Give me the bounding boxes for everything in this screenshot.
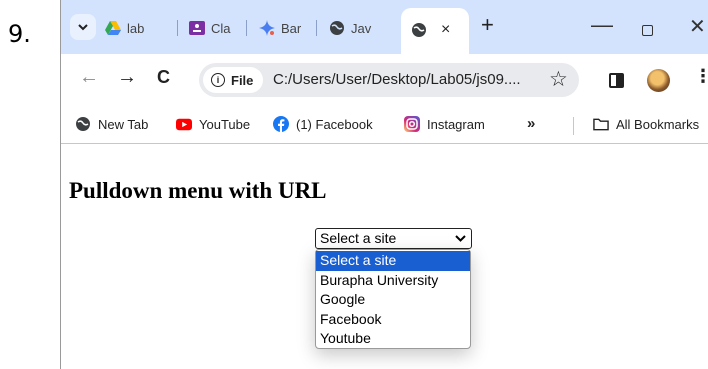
site-info-button[interactable]: i File xyxy=(203,67,264,93)
bookmark-label: New Tab xyxy=(98,116,149,132)
site-chip-label: File xyxy=(231,72,254,88)
forward-button[interactable]: → xyxy=(117,66,137,89)
item-number: 9. xyxy=(8,20,31,48)
side-panel-icon[interactable] xyxy=(609,73,624,88)
more-menu-icon[interactable]: ⋮ xyxy=(694,67,708,85)
minimize-button[interactable]: — xyxy=(591,12,613,38)
tab-label: Cla xyxy=(211,20,231,36)
back-button[interactable]: ← xyxy=(79,66,99,89)
select-option[interactable]: Burapha University xyxy=(316,271,470,291)
tab-classroom[interactable]: Cla xyxy=(189,14,231,42)
reload-button[interactable]: C xyxy=(157,67,170,88)
facebook-icon xyxy=(273,116,289,132)
tab-gemini[interactable]: Bar xyxy=(259,14,301,42)
all-bookmarks-label: All Bookmarks xyxy=(616,116,700,132)
youtube-icon xyxy=(176,116,192,132)
new-tab-button[interactable]: + xyxy=(481,12,494,38)
select-value: Select a site xyxy=(320,230,397,246)
chevron-down-icon xyxy=(455,235,466,242)
select-option[interactable]: Youtube xyxy=(316,329,470,349)
tab-strip: lab Cla Bar Jav × + — ✕ xyxy=(61,0,708,54)
browser-window: lab Cla Bar Jav × + — ✕ ← → C i File C:/… xyxy=(60,0,708,369)
instagram-icon xyxy=(404,116,420,132)
globe-icon xyxy=(411,22,427,43)
bookmark-label: Instagram xyxy=(427,116,485,132)
bookmark-star-icon[interactable]: ☆ xyxy=(549,67,568,92)
globe-icon xyxy=(75,116,91,132)
tab-label: Bar xyxy=(281,20,302,36)
bookmark-youtube[interactable]: YouTube xyxy=(176,116,250,132)
close-tab-icon[interactable]: × xyxy=(441,21,450,39)
globe-icon xyxy=(329,20,345,36)
select-option[interactable]: Facebook xyxy=(316,310,470,330)
page-content: Pulldown menu with URL Select a site Sel… xyxy=(61,145,708,369)
select-dropdown: Select a site Burapha University Google … xyxy=(315,249,471,349)
bookmarks-overflow-button[interactable]: » xyxy=(527,115,535,132)
tab-label: lab xyxy=(127,20,145,36)
bookmark-new-tab[interactable]: New Tab xyxy=(75,116,148,132)
select-option[interactable]: Google xyxy=(316,290,470,310)
tab-active[interactable]: × xyxy=(401,8,469,54)
bookmark-facebook[interactable]: (1) Facebook xyxy=(273,116,373,132)
chevron-down-icon xyxy=(78,24,88,31)
close-window-button[interactable]: ✕ xyxy=(689,14,706,39)
all-bookmarks-button[interactable]: All Bookmarks xyxy=(593,116,699,132)
bookmark-instagram[interactable]: Instagram xyxy=(404,116,485,132)
avatar[interactable] xyxy=(647,69,670,92)
tab-label: Jav xyxy=(351,20,372,36)
site-select[interactable]: Select a site xyxy=(315,228,472,249)
info-icon: i xyxy=(211,73,225,87)
tab-lab[interactable]: lab xyxy=(105,14,144,42)
gemini-icon xyxy=(259,20,275,36)
bookmarks-divider xyxy=(573,117,574,135)
google-classroom-icon xyxy=(189,20,205,36)
bookmark-label: (1) Facebook xyxy=(296,116,373,132)
url-text[interactable]: C:/Users/User/Desktop/Lab05/js09.... xyxy=(273,71,521,88)
tab-search-button[interactable] xyxy=(70,14,96,40)
bookmark-label: YouTube xyxy=(199,116,251,132)
maximize-button[interactable] xyxy=(642,25,653,36)
folder-icon xyxy=(593,116,609,132)
address-bar[interactable]: i File C:/Users/User/Desktop/Lab05/js09.… xyxy=(199,63,579,97)
tab-javascript[interactable]: Jav xyxy=(329,14,371,42)
google-drive-icon xyxy=(105,20,121,36)
page-title: Pulldown menu with URL xyxy=(69,178,327,203)
select-option[interactable]: Select a site xyxy=(316,251,470,271)
bookmarks-bar: New Tab YouTube (1) Facebook Instagram » xyxy=(61,106,708,144)
toolbar: ← → C i File C:/Users/User/Desktop/Lab05… xyxy=(61,54,708,106)
